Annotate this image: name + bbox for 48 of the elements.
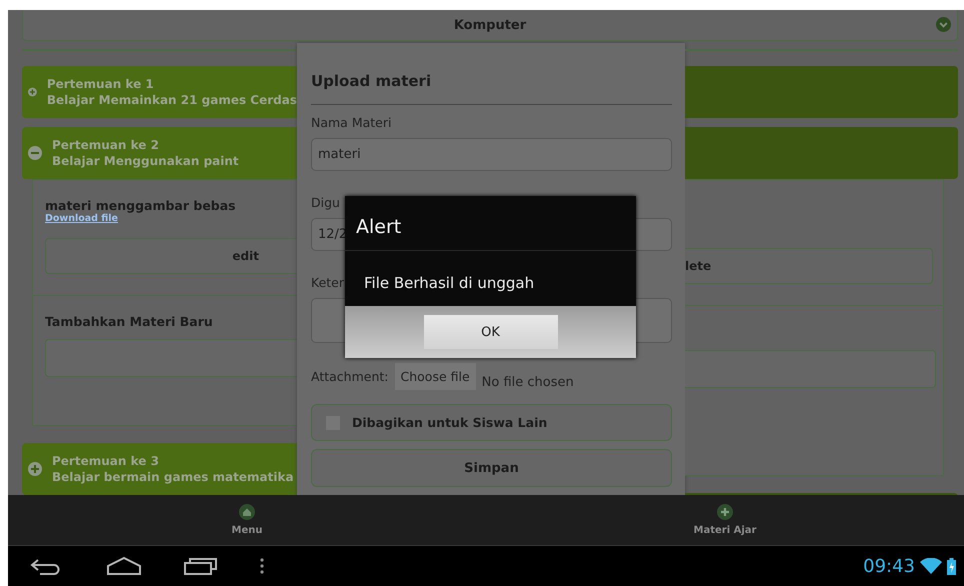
field-label: Nama Materi [311,115,392,130]
file-status: No file chosen [482,375,574,390]
wifi-icon [920,558,942,574]
input-field[interactable]: materi [311,138,672,171]
save-button[interactable]: Simpan [311,449,672,487]
clock: 09:43 [863,556,915,576]
course-header[interactable]: Komputer [22,10,958,41]
new-material-label: Tambahkan Materi Baru [45,314,214,329]
plus-circle-icon [28,462,42,476]
plus-circle-icon [28,85,37,99]
alert-title: Alert [355,215,402,238]
meeting-title: Pertemuan ke 2 [52,137,160,153]
choose-file-button[interactable]: Choose file [394,363,476,390]
course-title: Komputer [454,18,526,32]
home-icon [239,504,255,520]
meeting-title: Pertemuan ke 1 [46,76,155,92]
plus-icon [717,504,733,520]
meeting-header[interactable]: Pertemuan ke 2 Belajar Menggunakan paint [22,127,297,179]
input-field[interactable] [685,350,936,388]
field-label: Digu [311,195,340,210]
alert-message: File Berhasil di unggah [345,250,636,292]
dialog-title: Upload materi [311,72,432,90]
battery-icon [947,558,956,574]
meeting-header[interactable] [685,127,958,179]
meeting-subtitle: Belajar Memainkan 21 games Cerdas [46,92,297,108]
action-bar-item[interactable]: Menu [8,495,486,545]
chevron-down-icon [936,17,951,32]
minus-circle-icon [28,146,42,160]
meeting-subtitle: Belajar bermain games matematika [52,469,294,485]
ok-button[interactable]: OK [424,315,558,349]
action-bar-item[interactable]: Materi Ajar [486,495,964,545]
meeting-title: Pertemuan ke 3 [52,453,160,469]
input-field[interactable] [45,339,297,377]
share-option[interactable]: Dibagikan untuk Siswa Lain [311,404,672,441]
meeting-header[interactable]: Pertemuan ke 1 Belajar Memainkan 21 games Cerdas [22,66,297,118]
field-label: Keter [311,275,344,290]
delete-button[interactable]: lete [685,248,933,284]
material-name: materi menggambar bebas [45,198,237,213]
recent-apps-icon[interactable] [184,557,218,575]
meeting-header[interactable]: Pertemuan ke 3 Belajar bermain games matematika [22,443,297,495]
home-icon[interactable] [106,556,142,576]
checkbox-label: Dibagikan untuk Siswa Lain [352,415,548,430]
overflow-menu-icon[interactable] [260,557,264,575]
meeting-subtitle: Belajar Menggunakan paint [52,153,239,169]
meeting-header[interactable] [685,66,958,118]
download-link[interactable]: Download file [45,213,118,224]
edit-button[interactable]: edit [45,238,297,274]
field-label: Attachment: [311,369,388,384]
